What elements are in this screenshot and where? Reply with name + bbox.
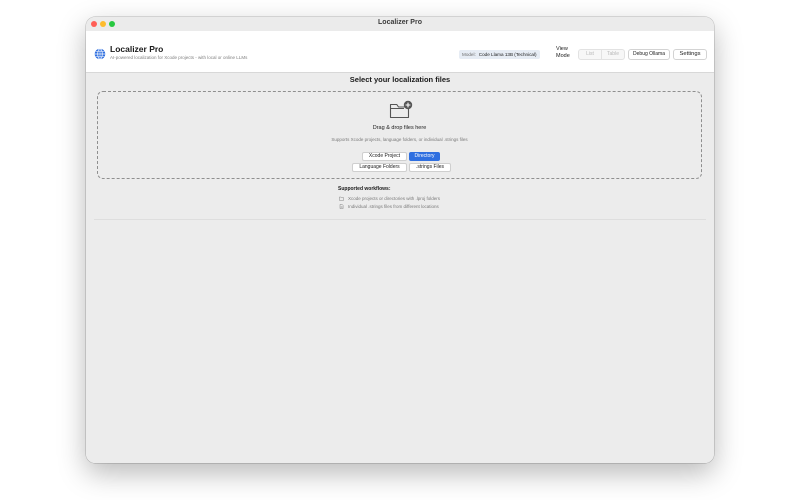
folder-add-icon <box>389 100 413 119</box>
xcode-project-button[interactable]: Xcode Project <box>362 152 407 161</box>
folder-icon <box>339 196 344 201</box>
drop-zone-title: Drag & drop files here <box>372 125 427 131</box>
title-bar: Localizer Pro <box>86 17 714 31</box>
model-value: Code Llama 13B (Technical) <box>478 52 537 57</box>
debug-ollama-button[interactable]: Debug Ollama <box>628 49 670 60</box>
strings-files-button[interactable]: .strings Files <box>409 163 451 172</box>
settings-button[interactable]: Settings <box>673 49 707 60</box>
language-folders-button[interactable]: Language Folders <box>352 163 407 172</box>
drop-zone-subtitle: Supports Xcode projects, language folder… <box>331 137 468 142</box>
window-title: Localizer Pro <box>378 19 422 26</box>
main-content: Select your localization files Drag & dr… <box>86 73 714 463</box>
view-mode-label: View Mode <box>556 46 570 59</box>
file-drop-zone[interactable]: Drag & drop files here Supports Xcode pr… <box>97 91 702 179</box>
directory-button[interactable]: Directory <box>409 152 440 161</box>
view-mode-segmented-control[interactable]: List Table <box>578 49 625 60</box>
globe-icon <box>94 48 106 60</box>
view-mode-list-option[interactable]: List <box>579 50 601 59</box>
section-divider <box>94 219 706 220</box>
workflow-text: Xcode projects or directories with .lpro… <box>348 195 441 201</box>
app-window: Localizer Pro Localizer Pro AI-powered l… <box>86 17 714 463</box>
workflows-title: Supported workflows: <box>338 186 391 192</box>
supported-workflows: Supported workflows: Xcode projects or d… <box>338 186 538 211</box>
list-item: Individual .strings files from different… <box>338 203 538 211</box>
app-subtitle: AI-powered localization for Xcode projec… <box>110 55 248 60</box>
page-title: Select your localization files <box>349 75 451 84</box>
app-name: Localizer Pro <box>110 44 164 54</box>
header-toolbar: Localizer Pro AI-powered localization fo… <box>86 31 714 73</box>
model-selector[interactable]: Model: Code Llama 13B (Technical) <box>459 50 540 59</box>
workflow-text: Individual .strings files from different… <box>348 203 439 209</box>
view-mode-table-option[interactable]: Table <box>601 50 624 59</box>
document-icon <box>339 204 344 209</box>
model-label: Model: <box>462 52 476 57</box>
list-item: Xcode projects or directories with .lpro… <box>338 195 538 203</box>
